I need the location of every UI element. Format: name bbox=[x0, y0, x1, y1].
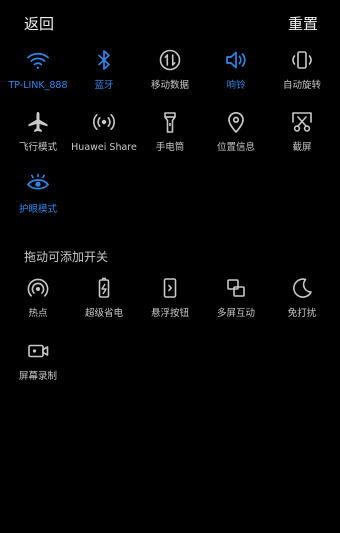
tile-label: 截屏 bbox=[292, 142, 312, 153]
floating-button-icon bbox=[157, 275, 183, 301]
bluetooth-icon bbox=[91, 47, 117, 73]
tile-eye-comfort[interactable]: 护眼模式 bbox=[4, 171, 72, 216]
tile-screen-record[interactable]: 屏幕录制 bbox=[4, 338, 72, 383]
screen-record-icon bbox=[25, 338, 51, 364]
eye-comfort-icon bbox=[25, 171, 51, 197]
reset-button[interactable]: 重置 bbox=[288, 13, 318, 34]
tile-label: 移动数据 bbox=[150, 80, 189, 91]
hotspot-icon bbox=[25, 275, 51, 301]
tile-label: 屏幕录制 bbox=[18, 371, 57, 382]
tile-label: 响铃 bbox=[226, 80, 246, 91]
tile-floating-button[interactable]: 悬浮按钮 bbox=[136, 275, 204, 320]
tile-label: 多屏互动 bbox=[216, 308, 255, 319]
tile-label: 免打扰 bbox=[287, 308, 317, 319]
flashlight-icon bbox=[157, 109, 183, 135]
battery-saver-icon bbox=[91, 275, 117, 301]
tile-multi-screen[interactable]: 多屏互动 bbox=[202, 275, 270, 320]
huawei-share-icon bbox=[91, 109, 117, 135]
tile-label: 飞行模式 bbox=[18, 142, 57, 153]
tile-label: 手电筒 bbox=[155, 142, 185, 153]
tile-label: TP-LINK_888 bbox=[8, 80, 68, 91]
mobile-data-icon bbox=[157, 47, 183, 73]
location-icon bbox=[223, 109, 249, 135]
available-switches-title: 拖动可添加开关 bbox=[24, 250, 109, 264]
airplane-icon bbox=[25, 109, 51, 135]
tile-label: 自动旋转 bbox=[282, 80, 321, 91]
top-bar: 返回 重置 bbox=[0, 0, 340, 44]
tile-huawei-share[interactable]: Huawei Share bbox=[70, 109, 138, 154]
tile-auto-rotate[interactable]: 自动旋转 bbox=[268, 47, 336, 92]
tile-label: 超级省电 bbox=[84, 308, 123, 319]
tile-label: 热点 bbox=[28, 308, 48, 319]
ring-icon bbox=[223, 47, 249, 73]
tile-label: 位置信息 bbox=[216, 142, 255, 153]
tile-location[interactable]: 位置信息 bbox=[202, 109, 270, 154]
tile-battery-saver[interactable]: 超级省电 bbox=[70, 275, 138, 320]
tile-mobile-data[interactable]: 移动数据 bbox=[136, 47, 204, 92]
tile-hotspot[interactable]: 热点 bbox=[4, 275, 72, 320]
wifi-icon bbox=[25, 47, 51, 73]
multi-screen-icon bbox=[223, 275, 249, 301]
tile-flashlight[interactable]: 手电筒 bbox=[136, 109, 204, 154]
tile-label: Huawei Share bbox=[71, 142, 137, 153]
tile-label: 蓝牙 bbox=[94, 80, 114, 91]
tile-ring[interactable]: 响铃 bbox=[202, 47, 270, 92]
tile-label: 悬浮按钮 bbox=[150, 308, 189, 319]
back-button[interactable]: 返回 bbox=[24, 13, 54, 34]
quick-settings-editor: 返回 重置 TP-LINK_888 蓝牙 移动数据 响铃 自动旋转 飞行模式 H… bbox=[0, 0, 340, 533]
tile-bluetooth[interactable]: 蓝牙 bbox=[70, 47, 138, 92]
tile-do-not-disturb[interactable]: 免打扰 bbox=[268, 275, 336, 320]
tile-screenshot[interactable]: 截屏 bbox=[268, 109, 336, 154]
screenshot-icon bbox=[289, 109, 315, 135]
tile-wifi[interactable]: TP-LINK_888 bbox=[4, 47, 72, 92]
tile-airplane[interactable]: 飞行模式 bbox=[4, 109, 72, 154]
tile-label: 护眼模式 bbox=[18, 204, 57, 215]
auto-rotate-icon bbox=[289, 47, 315, 73]
do-not-disturb-icon bbox=[289, 275, 315, 301]
